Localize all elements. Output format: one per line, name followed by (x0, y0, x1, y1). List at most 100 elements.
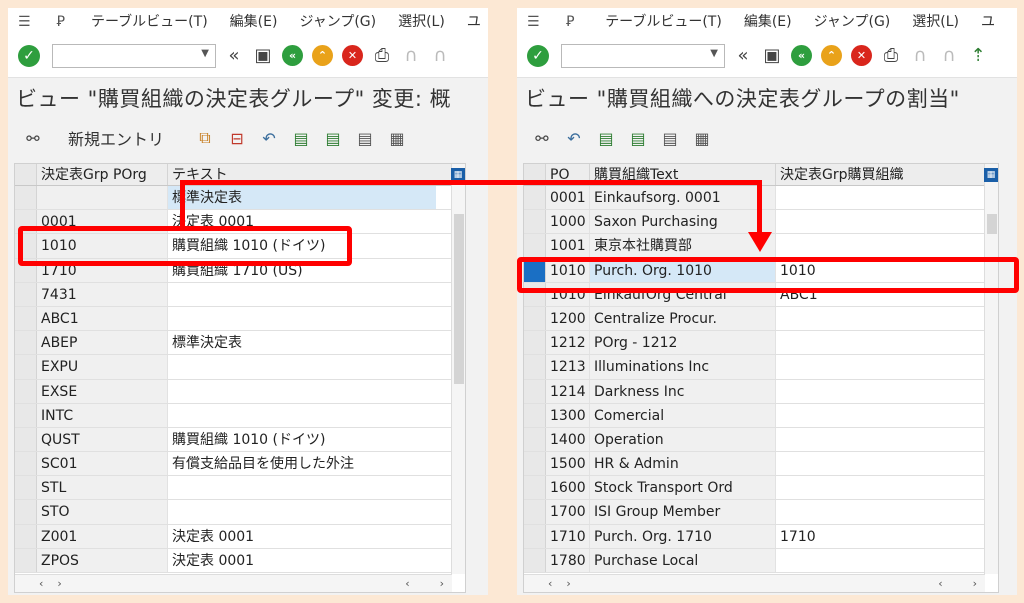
cell-text[interactable] (168, 283, 436, 306)
find-icon[interactable]: ∩ (401, 45, 421, 66)
cell-key[interactable]: INTC (37, 403, 168, 427)
cell-key[interactable]: EXPU (37, 355, 168, 379)
double-left-icon[interactable]: « (733, 45, 753, 66)
row-selector[interactable] (524, 186, 546, 210)
cell-po-text[interactable]: Operation (590, 427, 776, 452)
row-selector[interactable] (524, 355, 546, 379)
horizontal-scrollbar[interactable]: ‹ › ‹ › (15, 574, 452, 592)
scroll-thumb[interactable] (987, 214, 997, 234)
cell-po[interactable]: 1400 (546, 427, 590, 452)
table-row[interactable]: ABC1 (15, 306, 465, 332)
row-selector[interactable] (15, 452, 37, 476)
row-selector[interactable] (524, 524, 546, 548)
copy-icon[interactable]: ⧉ (194, 128, 216, 148)
cell-key[interactable]: STO (37, 500, 168, 524)
deselect-icon[interactable]: ▤ (659, 129, 681, 148)
table-row[interactable]: INTC (15, 403, 465, 428)
cell-text[interactable]: 決定表 0001 (168, 525, 436, 548)
cell-text[interactable] (168, 380, 436, 403)
cell-po[interactable]: 1700 (546, 500, 590, 524)
table-row[interactable]: 標準決定表 (15, 186, 465, 211)
table-row[interactable]: 1213 Illuminations Inc (524, 355, 998, 380)
row-selector[interactable] (15, 186, 37, 210)
cell-text[interactable]: 有償支給品目を使用した外注 (168, 452, 436, 475)
cancel-icon[interactable]: ✕ (851, 45, 872, 66)
menu-edit[interactable]: 編集(E) (230, 11, 278, 31)
col-header-grp[interactable]: 決定表Grp POrg (37, 164, 168, 185)
row-selector[interactable] (15, 427, 37, 452)
row-selector[interactable] (524, 548, 546, 572)
first-page-icon[interactable]: ⇡ (968, 45, 988, 66)
cell-po[interactable]: 1214 (546, 379, 590, 403)
vertical-scrollbar[interactable] (984, 164, 998, 574)
deselect-icon[interactable]: ▤ (354, 129, 376, 148)
row-selector[interactable] (15, 403, 37, 427)
table-row[interactable]: 1710 Purch. Org. 1710 1710 (524, 524, 998, 549)
new-entries-button[interactable]: 新規エントリ (68, 126, 164, 150)
print-icon[interactable]: ⎙ (881, 45, 901, 66)
cell-po-text[interactable]: Comercial (590, 403, 776, 427)
scroll-left-icon[interactable]: ‹ (405, 577, 409, 590)
cell-text[interactable] (168, 476, 436, 499)
cell-po[interactable]: 1000 (546, 210, 590, 234)
menu-edit[interactable]: 編集(E) (744, 11, 792, 31)
save-icon[interactable]: ▣ (762, 45, 782, 66)
cell-po[interactable]: 0001 (546, 186, 590, 210)
cell-grp[interactable] (776, 307, 952, 330)
p-icon[interactable]: Ꝑ (57, 14, 65, 30)
row-selector[interactable] (524, 476, 546, 500)
cell-po-text[interactable]: Purch. Org. 1710 (590, 524, 776, 548)
cell-grp[interactable]: 1710 (776, 525, 952, 548)
cell-text[interactable] (168, 404, 436, 427)
row-selector[interactable] (15, 331, 37, 355)
table-row[interactable]: 1200 Centralize Procur. (524, 306, 998, 332)
cell-text[interactable]: 購買組織 1010 (ドイツ) (168, 428, 436, 451)
ok-icon[interactable]: ✓ (18, 44, 40, 67)
table-row[interactable]: 1700 ISI Group Member (524, 500, 998, 525)
table-row[interactable]: STL (15, 476, 465, 501)
row-selector[interactable] (524, 427, 546, 452)
row-selector[interactable] (524, 210, 546, 234)
table-row[interactable]: ABEP 標準決定表 (15, 331, 465, 356)
menu-icon[interactable]: ☰ (527, 14, 540, 30)
scroll-thumb[interactable] (454, 214, 464, 384)
cell-grp[interactable] (776, 428, 952, 451)
print-icon[interactable]: ⎙ (372, 45, 392, 66)
row-selector[interactable] (15, 379, 37, 403)
p-icon[interactable]: Ꝑ (566, 14, 579, 30)
cell-key[interactable]: STL (37, 476, 168, 500)
menu-table-view[interactable]: テーブルビュー(T) (605, 11, 722, 31)
table-row[interactable]: ZPOS 決定表 0001 (15, 548, 465, 573)
cell-text[interactable] (168, 355, 436, 378)
table-row[interactable]: 1400 Operation (524, 427, 998, 453)
vertical-scrollbar[interactable] (451, 164, 465, 574)
scroll-right-icon[interactable]: › (973, 577, 977, 590)
cell-key[interactable]: EXSE (37, 379, 168, 403)
cell-grp[interactable] (776, 404, 952, 427)
row-selector[interactable] (15, 306, 37, 331)
cell-grp[interactable] (776, 476, 952, 499)
cell-key[interactable]: 7431 (37, 282, 168, 306)
cell-grp[interactable] (776, 331, 952, 354)
cell-key[interactable]: SC01 (37, 452, 168, 476)
row-selector[interactable] (524, 234, 546, 258)
cell-key[interactable]: QUST (37, 427, 168, 452)
horizontal-scrollbar[interactable]: ‹ › ‹ › (524, 574, 985, 592)
cell-po-text[interactable]: Purchase Local (590, 548, 776, 572)
delete-icon[interactable]: ⊟ (226, 129, 248, 148)
cell-key[interactable] (37, 186, 168, 210)
row-selector[interactable] (15, 355, 37, 379)
cell-grp[interactable] (776, 500, 952, 523)
exit-icon[interactable]: ⌃ (821, 45, 842, 66)
row-selector[interactable] (15, 524, 37, 548)
cell-key[interactable]: ZPOS (37, 548, 168, 572)
select-all-icon[interactable]: ▤ (595, 129, 617, 148)
command-field[interactable]: ▼ (52, 43, 216, 68)
cell-po[interactable]: 1212 (546, 331, 590, 355)
config-icon[interactable]: ▦ (386, 129, 408, 148)
back-icon[interactable]: « (282, 45, 303, 66)
menu-utilities[interactable]: ユ (981, 11, 995, 31)
table-row[interactable]: 1500 HR & Admin (524, 452, 998, 477)
select-block-icon[interactable]: ▤ (322, 129, 344, 148)
row-selector[interactable] (15, 548, 37, 572)
